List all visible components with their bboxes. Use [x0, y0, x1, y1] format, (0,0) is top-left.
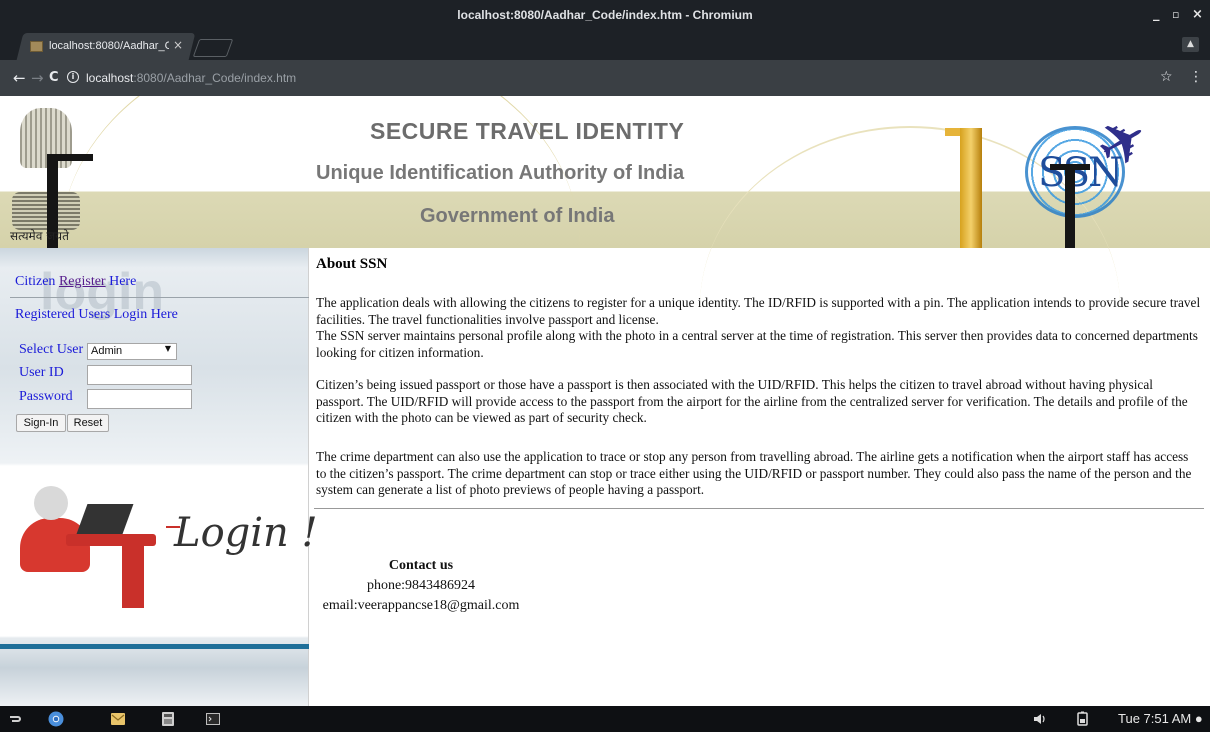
password-input[interactable] [87, 389, 192, 409]
about-content: About SSN The application deals with all… [314, 256, 1206, 509]
browser-menu-icon[interactable]: ⋮ [1189, 69, 1203, 85]
calculator-icon[interactable] [160, 711, 176, 727]
site-info-icon[interactable]: i [67, 71, 79, 83]
new-tab-button[interactable] [192, 39, 234, 57]
terminal-icon[interactable] [205, 711, 221, 727]
about-heading: About SSN [316, 256, 388, 272]
signin-button[interactable]: Sign-In [16, 414, 66, 432]
person-icon [34, 486, 68, 520]
about-paragraph-3: Citizen’s being issued passport or those… [316, 377, 1188, 426]
system-clock[interactable]: Tue 7:51 AM ● [1118, 711, 1203, 726]
user-id-label: User ID [19, 365, 64, 380]
web-page: सत्यमेव जयते SECURE TRAVEL IDENTITY Uniq… [0, 96, 1210, 706]
login-illustration: Login ! [10, 474, 318, 624]
register-prefix: Citizen [15, 274, 59, 289]
url-field[interactable]: localhost:8080/Aadhar_Code/index.htm [86, 71, 296, 85]
laptop-icon [76, 504, 134, 534]
tab-title: localhost:8080/Aadhar_Code/index.htm [49, 40, 169, 52]
window-title: localhost:8080/Aadhar_Code/index.htm - C… [457, 8, 753, 22]
site-banner: सत्यमेव जयते SECURE TRAVEL IDENTITY Uniq… [0, 96, 1210, 248]
emblem-motto: सत्यमेव जयते [10, 229, 69, 243]
select-user-value: Admin [91, 345, 123, 357]
national-emblem-logo: सत्यमेव जयते [0, 96, 120, 248]
battery-icon[interactable] [1075, 711, 1091, 727]
emblem-base-icon [12, 192, 80, 230]
contact-block: Contact us phone:9843486924 email:veerap… [316, 556, 526, 616]
os-taskbar: Tue 7:51 AM ● [0, 706, 1210, 732]
app-launcher-icon[interactable] [7, 711, 23, 727]
url-path: :8080/Aadhar_Code/index.htm [133, 71, 297, 85]
forward-icon[interactable]: → [31, 69, 44, 87]
address-toolbar: ← → C i localhost:8080/Aadhar_Code/index… [0, 60, 1210, 96]
content-divider [314, 508, 1204, 509]
password-label: Password [19, 389, 73, 404]
reload-icon[interactable]: C [49, 70, 59, 85]
tab-close-icon[interactable]: × [173, 38, 183, 52]
maximize-icon[interactable]: ▫ [1172, 8, 1179, 21]
desk-leg-icon [122, 544, 144, 608]
banner-subtitle: Unique Identification Authority of India [316, 162, 685, 184]
favicon-icon [30, 41, 43, 52]
contact-phone: phone:9843486924 [366, 578, 476, 593]
banner-government: Government of India [420, 205, 615, 227]
chromium-icon[interactable] [48, 711, 64, 727]
about-paragraph-4: The crime department can also use the ap… [316, 449, 1192, 498]
clock-time: Tue 7:51 AM [1118, 711, 1192, 726]
about-paragraph-1: The application deals with allowing the … [316, 295, 1201, 327]
sidebar-divider [10, 297, 309, 298]
mail-icon[interactable] [110, 711, 126, 727]
reset-button[interactable]: Reset [67, 414, 109, 432]
notification-dot-icon: ● [1191, 711, 1203, 726]
chevron-down-icon: ▼ [164, 344, 171, 353]
contact-title: Contact us [388, 558, 454, 573]
browser-tab[interactable]: localhost:8080/Aadhar_Code/index.htm × [22, 33, 192, 60]
ssn-globe-logo: SSN ✈ [1010, 100, 1200, 248]
window-titlebar: localhost:8080/Aadhar_Code/index.htm - C… [0, 0, 1210, 33]
volume-icon[interactable] [1032, 711, 1048, 727]
banner-title: SECURE TRAVEL IDENTITY [370, 118, 685, 144]
about-paragraph-2: The SSN server maintains personal profil… [316, 328, 1198, 360]
user-id-input[interactable] [87, 365, 192, 385]
login-link[interactable]: Registered Users Login Here [15, 307, 178, 323]
register-link[interactable]: Register [59, 274, 106, 289]
profile-icon[interactable]: ▲ [1182, 37, 1199, 52]
back-icon[interactable]: ← [13, 69, 26, 87]
gold-bar-decoration [960, 128, 982, 248]
select-user-dropdown[interactable]: Admin ▼ [87, 343, 177, 360]
login-sidebar: login Citizen Register Here Registered U… [0, 248, 318, 706]
logo-bar-decoration [1065, 166, 1075, 248]
url-host: localhost [86, 71, 134, 85]
register-suffix: Here [105, 274, 137, 289]
close-window-icon[interactable]: × [1192, 7, 1203, 22]
sidebar-stripe-decoration [0, 644, 309, 649]
bookmark-star-icon[interactable]: ☆ [1160, 69, 1173, 85]
login-art-text: Login ! [174, 510, 318, 556]
register-link-line: Citizen Register Here [15, 274, 136, 290]
contact-email: email:veerappancse18@gmail.com [322, 598, 520, 613]
minimize-icon[interactable]: _ [1153, 7, 1160, 22]
select-user-label: Select User [19, 342, 84, 357]
